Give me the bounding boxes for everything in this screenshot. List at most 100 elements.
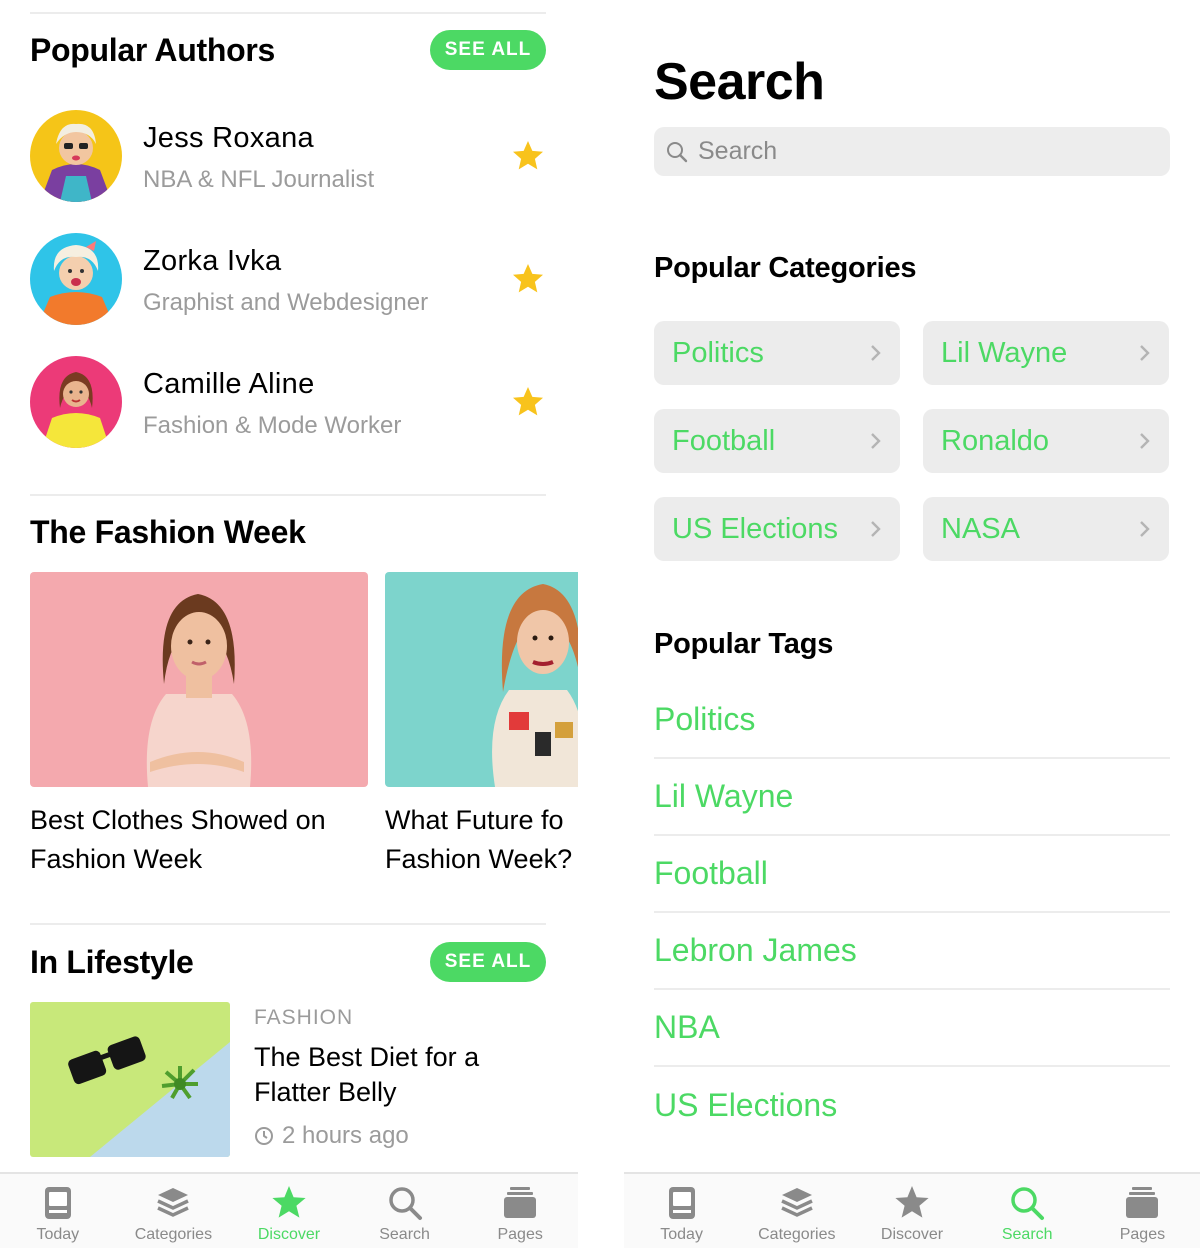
tab-today[interactable]: Today xyxy=(0,1174,116,1248)
category-button[interactable]: Ronaldo xyxy=(923,409,1169,473)
category-label: Football xyxy=(672,424,776,457)
avatar xyxy=(30,233,122,325)
tag-label: Football xyxy=(654,855,768,891)
star-icon[interactable] xyxy=(510,138,546,174)
time-label: 2 hours ago xyxy=(282,1122,409,1149)
star-icon xyxy=(895,1186,929,1218)
tab-pages[interactable]: Pages xyxy=(1085,1174,1200,1248)
tag-item[interactable]: Lebron James xyxy=(654,913,1170,990)
lifestyle-article-time: 2 hours ago xyxy=(254,1122,409,1150)
fashion-card-title: Best Clothes Showed on Fashion Week xyxy=(30,801,370,879)
avatar xyxy=(30,356,122,448)
fashion-week-title: The Fashion Week xyxy=(30,514,306,550)
fashion-card-image xyxy=(30,572,368,787)
author-row[interactable]: Zorka Ivka Graphist and Webdesigner xyxy=(30,233,550,325)
tag-label: Lebron James xyxy=(654,932,857,968)
tab-search[interactable]: Search xyxy=(970,1174,1085,1248)
author-row[interactable]: Camille Aline Fashion & Mode Worker xyxy=(30,356,550,448)
today-icon xyxy=(44,1187,71,1219)
tab-label: Categories xyxy=(134,1226,213,1243)
author-row[interactable]: Jess Roxana NBA & NFL Journalist xyxy=(30,110,550,202)
fashion-card-title-line: Fashion Week xyxy=(30,844,203,874)
fashion-card-title: What Future fo Fashion Week? xyxy=(385,801,578,879)
avatar xyxy=(30,110,122,202)
tag-label: NBA xyxy=(654,1009,720,1045)
search-input[interactable] xyxy=(698,137,1138,166)
star-icon[interactable] xyxy=(510,261,546,297)
discover-screen: Popular Authors SEE ALL Jess Roxana NBA … xyxy=(0,0,578,1248)
author-name: Zorka Ivka xyxy=(143,245,282,277)
tab-search[interactable]: Search xyxy=(347,1174,463,1248)
fashion-card-image xyxy=(385,572,578,787)
section-divider xyxy=(30,12,546,14)
lifestyle-article-image[interactable] xyxy=(30,1002,230,1157)
category-button[interactable]: NASA xyxy=(923,497,1169,561)
tab-bar: Today Categories Discover Search Pages xyxy=(0,1172,578,1248)
chevron-right-icon xyxy=(1140,521,1150,537)
category-button[interactable]: US Elections xyxy=(654,497,900,561)
author-role: Graphist and Webdesigner xyxy=(143,289,429,316)
star-icon xyxy=(272,1186,306,1218)
search-icon xyxy=(1011,1187,1045,1220)
author-role: Fashion & Mode Worker xyxy=(143,412,402,439)
category-label: Lil Wayne xyxy=(941,336,1068,369)
tab-bar: Today Categories Discover Search Pages xyxy=(624,1172,1200,1248)
lifestyle-title: In Lifestyle xyxy=(30,944,194,980)
category-label: Ronaldo xyxy=(941,424,1050,457)
tag-item[interactable]: US Elections xyxy=(654,1067,1170,1144)
tab-categories[interactable]: Categories xyxy=(739,1174,854,1248)
pages-icon xyxy=(1126,1187,1159,1218)
tab-label: Today xyxy=(660,1226,703,1243)
tab-label: Pages xyxy=(1119,1226,1166,1243)
tag-item[interactable]: NBA xyxy=(654,990,1170,1067)
tag-item[interactable]: Lil Wayne xyxy=(654,759,1170,836)
chevron-right-icon xyxy=(871,521,881,537)
chevron-right-icon xyxy=(871,433,881,449)
tab-label: Categories xyxy=(758,1226,836,1243)
layers-icon xyxy=(781,1188,813,1217)
tab-label: Discover xyxy=(880,1226,944,1243)
lifestyle-article-title[interactable]: The Best Diet for a Flatter Belly xyxy=(254,1040,544,1110)
tab-pages[interactable]: Pages xyxy=(462,1174,578,1248)
search-icon xyxy=(667,141,688,162)
star-icon[interactable] xyxy=(510,384,546,420)
tag-item[interactable]: Politics xyxy=(654,682,1170,759)
search-screen: Search Popular Categories Politics Lil W… xyxy=(624,0,1200,1248)
category-label: NASA xyxy=(941,512,1020,545)
search-field[interactable] xyxy=(654,127,1170,176)
fashion-card-title-line: Fashion Week? xyxy=(385,844,573,874)
popular-authors-title: Popular Authors xyxy=(30,32,275,68)
tab-categories[interactable]: Categories xyxy=(116,1174,232,1248)
clock-icon xyxy=(255,1127,273,1145)
author-name: Camille Aline xyxy=(143,368,315,400)
authors-see-all-button[interactable]: SEE ALL xyxy=(430,30,546,70)
category-button[interactable]: Politics xyxy=(654,321,900,385)
tab-label: Discover xyxy=(257,1226,321,1243)
fashion-card-title-line: Best Clothes Showed on xyxy=(30,805,326,835)
popular-tags-title: Popular Tags xyxy=(654,628,834,660)
author-name: Jess Roxana xyxy=(143,122,314,154)
tag-item[interactable]: Football xyxy=(654,836,1170,913)
chevron-right-icon xyxy=(871,345,881,361)
tab-label: Search xyxy=(379,1226,430,1243)
category-button[interactable]: Lil Wayne xyxy=(923,321,1169,385)
section-divider xyxy=(30,494,546,496)
lifestyle-see-all-button[interactable]: SEE ALL xyxy=(430,942,546,982)
tab-label: Search xyxy=(1001,1226,1053,1243)
tab-discover[interactable]: Discover xyxy=(231,1174,347,1248)
tab-label: Pages xyxy=(497,1226,543,1243)
pages-icon xyxy=(504,1187,537,1218)
category-label: Politics xyxy=(672,336,764,369)
tab-today[interactable]: Today xyxy=(624,1174,739,1248)
category-label: US Elections xyxy=(672,512,839,545)
fashion-card-title-line: What Future fo xyxy=(385,805,564,835)
lifestyle-article-category: FASHION xyxy=(254,1006,354,1029)
today-icon xyxy=(668,1187,695,1219)
layers-icon xyxy=(157,1188,190,1217)
fashion-card[interactable]: What Future fo Fashion Week? xyxy=(385,572,578,879)
tag-label: Lil Wayne xyxy=(654,778,794,814)
category-button[interactable]: Football xyxy=(654,409,900,473)
tag-label: US Elections xyxy=(654,1087,838,1123)
tab-discover[interactable]: Discover xyxy=(854,1174,969,1248)
fashion-card[interactable]: Best Clothes Showed on Fashion Week xyxy=(30,572,370,879)
